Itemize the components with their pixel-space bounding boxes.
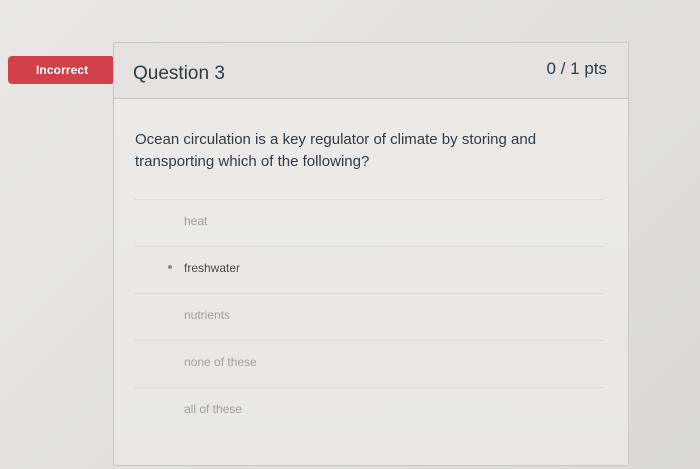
incorrect-badge: Incorrect: [8, 56, 126, 84]
answer-list: heat freshwater nutrients none of these …: [134, 199, 604, 434]
question-body: Ocean circulation is a key regulator of …: [114, 99, 628, 465]
answer-label: none of these: [184, 355, 257, 369]
question-card: Question 3 0 / 1 pts Ocean circulation i…: [113, 42, 629, 466]
incorrect-badge-label: Incorrect: [36, 63, 89, 77]
question-points: 0 / 1 pts: [546, 59, 607, 78]
answer-option[interactable]: none of these: [134, 340, 604, 387]
answer-label: nutrients: [184, 308, 231, 322]
question-title: Question 3: [133, 63, 225, 84]
selected-indicator-icon: [168, 265, 172, 269]
answer-option-selected[interactable]: freshwater: [134, 246, 604, 293]
answer-label: heat: [184, 214, 208, 228]
question-header: Question 3 0 / 1 pts: [114, 43, 628, 99]
question-text: Ocean circulation is a key regulator of …: [135, 131, 537, 170]
answer-label: all of these: [184, 402, 243, 416]
answer-option[interactable]: all of these: [134, 387, 604, 434]
answer-option[interactable]: nutrients: [134, 293, 604, 340]
answer-label: freshwater: [184, 261, 241, 275]
answer-option[interactable]: heat: [134, 199, 604, 246]
